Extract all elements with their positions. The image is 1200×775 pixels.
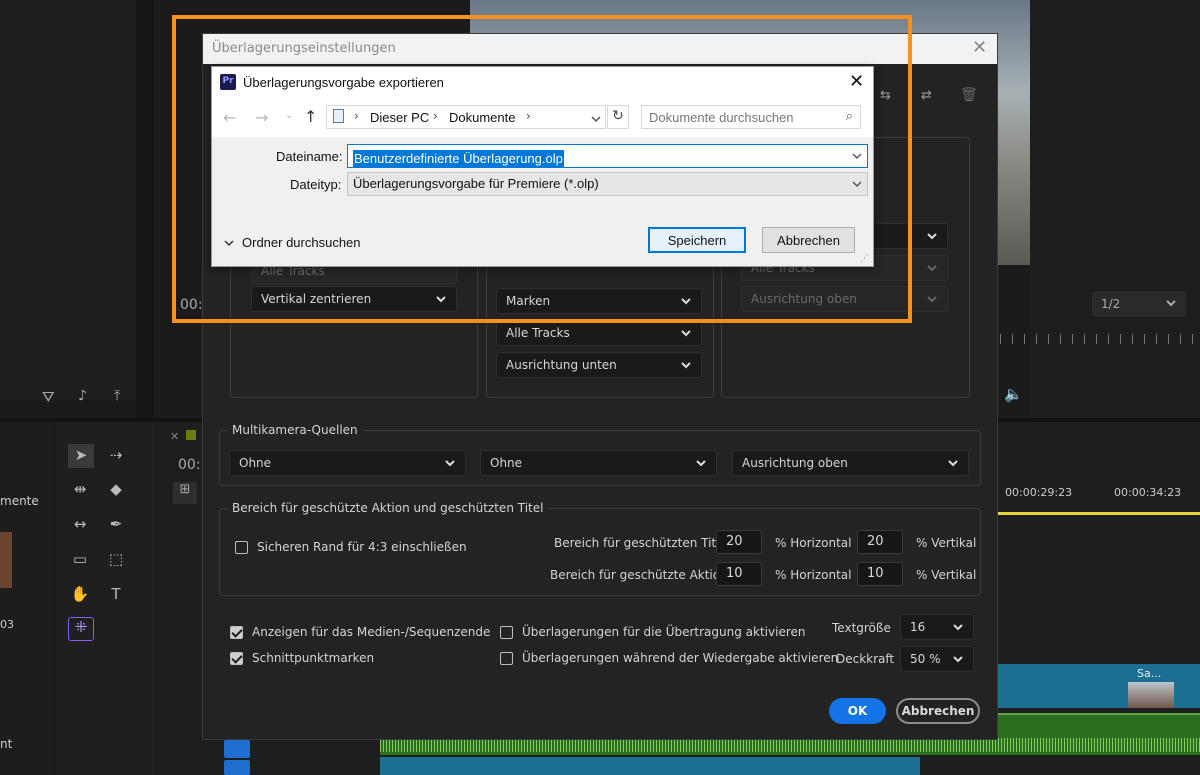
chevron-down-icon [445,460,455,467]
audio-waveform [380,738,1200,752]
safe-action-h-input[interactable]: 10 [716,562,762,586]
trash-icon[interactable]: 🗑 [960,87,978,103]
safe-title-label: Bereich für geschützten Titel [554,536,727,550]
multicam-dd2-value: Ohne [490,456,523,470]
playback-overlay-label: Überlagerungen während der Wiedergabe ak… [522,651,839,665]
chevron-down-icon [927,233,937,240]
timecode-mid: 00: [178,457,201,473]
multicam-dropdown-1[interactable]: Ohne [229,450,466,476]
export-icon[interactable]: ⤒ [114,388,120,404]
edit-point-checkbox[interactable] [230,652,243,665]
thumbnail [0,532,12,588]
hand-icon[interactable]: ✋ [70,585,90,605]
chevron-down-icon [927,265,937,272]
opacity-label: Deckkraft [836,652,895,666]
overlay-close-icon[interactable]: ✕ [972,37,987,58]
text-size-value: 16 [910,620,926,634]
chevron-down-icon [927,296,937,303]
overlay-toolbar-icon-2[interactable]: ⇄ [921,88,932,103]
text-size-label: Textgröße [832,621,891,635]
action-v-unit: % Vertikal [916,568,977,582]
track-target-1[interactable] [224,740,250,758]
left-panel-lower [0,422,52,775]
col2-tracks-value: Alle Tracks [506,326,570,340]
snap-icon[interactable]: ⊞ [173,482,197,504]
multicam-dropdown-3[interactable]: Ausrichtung oben [732,450,969,476]
playhead-ruler [1000,334,1200,344]
multicam-dd1-value: Ohne [239,456,272,470]
broadcast-overlay-label: Überlagerungen für die Übertragung aktiv… [522,625,806,639]
track-select-icon[interactable]: ⇢ [106,446,126,466]
rate-stretch-icon[interactable]: ⬚ [106,550,126,570]
safe-title-h-input[interactable]: 20 [716,530,762,554]
chevron-down-icon [953,624,963,631]
action-h-unit: % Horizontal [775,568,852,582]
multicam-dropdown-2[interactable]: Ohne [480,450,717,476]
chevron-down-icon [1166,300,1176,307]
broadcast-overlay-checkbox[interactable] [500,626,513,639]
audio-icon[interactable]: ♪ [78,388,87,404]
zoom-select[interactable]: 1/2 [1092,291,1186,317]
media-end-label: Anzeigen für das Medien-/Sequenzende [252,625,491,639]
title-h-unit: % Horizontal [775,536,852,550]
title-v-unit: % Vertikal [916,536,977,550]
selection-tool-icon[interactable]: ➤ [68,444,94,468]
chevron-down-icon [948,460,958,467]
video-clip-lower[interactable] [380,757,920,775]
col2-align-value: Ausrichtung unten [506,358,617,372]
clip-label: Sa... [1137,667,1162,680]
ok-button[interactable]: OK [829,698,886,724]
chevron-down-icon [681,362,691,369]
track-target-2[interactable] [224,760,250,775]
chevron-down-icon [681,330,691,337]
rectangle-icon[interactable]: ▭ [70,550,90,570]
safe-action-label: Bereich für geschützte Aktion [550,568,728,582]
edit-point-label: Schnittpunktmarken [252,651,375,665]
marker-tool-icon[interactable]: ⁜ [68,617,94,641]
left-label-nt: nt [0,737,13,751]
safe-title-v-input[interactable]: 20 [857,530,903,554]
opacity-value: 50 % [910,652,941,666]
col2-tracks-dropdown[interactable]: Alle Tracks [496,320,702,346]
monitor-area-right [1030,0,1200,418]
col2-align-dropdown[interactable]: Ausrichtung unten [496,352,702,378]
slip-icon[interactable]: ↔ [70,515,90,535]
project-panel [0,0,136,400]
sequence-color-chip [186,430,196,440]
highlight-frame [172,15,912,323]
zoom-select-value: 1/2 [1101,297,1121,311]
filter-icon[interactable]: ⛛ [42,388,55,406]
opacity-dropdown[interactable]: 50 % [900,646,974,672]
pen-icon[interactable]: ✒ [106,515,126,535]
safe-action-v-input[interactable]: 10 [857,562,903,586]
work-area-bar [998,512,1200,515]
safe-43-checkbox[interactable] [235,541,248,554]
ruler-tc2: 00:00:34:23 [1114,486,1182,499]
multicam-dd3-value: Ausrichtung oben [742,456,848,470]
left-label-03: 03 [0,618,14,631]
volume-icon[interactable]: 🔈 [1004,385,1023,403]
safe-area-title: Bereich für geschützte Aktion und geschü… [228,501,548,515]
safe-43-label: Sicheren Rand für 4:3 einschließen [257,540,467,554]
panel-divider [136,0,154,420]
ruler-tc1: 00:00:29:23 [1005,486,1073,499]
overlay-cancel-button[interactable]: Abbrechen [896,698,980,724]
razor-icon[interactable]: ◆ [106,480,126,500]
playback-overlay-checkbox[interactable] [500,652,513,665]
media-end-checkbox[interactable] [230,626,243,639]
multicam-title: Multikamera-Quellen [228,423,362,437]
clip-thumbnail [1128,682,1174,708]
chevron-down-icon [953,656,963,663]
close-x-timeline[interactable]: ✕ [170,430,179,443]
ripple-edit-icon[interactable]: ⇹ [70,480,90,500]
text-size-dropdown[interactable]: 16 [900,614,974,640]
left-label-mente: mente [0,494,39,508]
chevron-down-icon [696,460,706,467]
text-tool-icon[interactable]: T [106,585,126,605]
